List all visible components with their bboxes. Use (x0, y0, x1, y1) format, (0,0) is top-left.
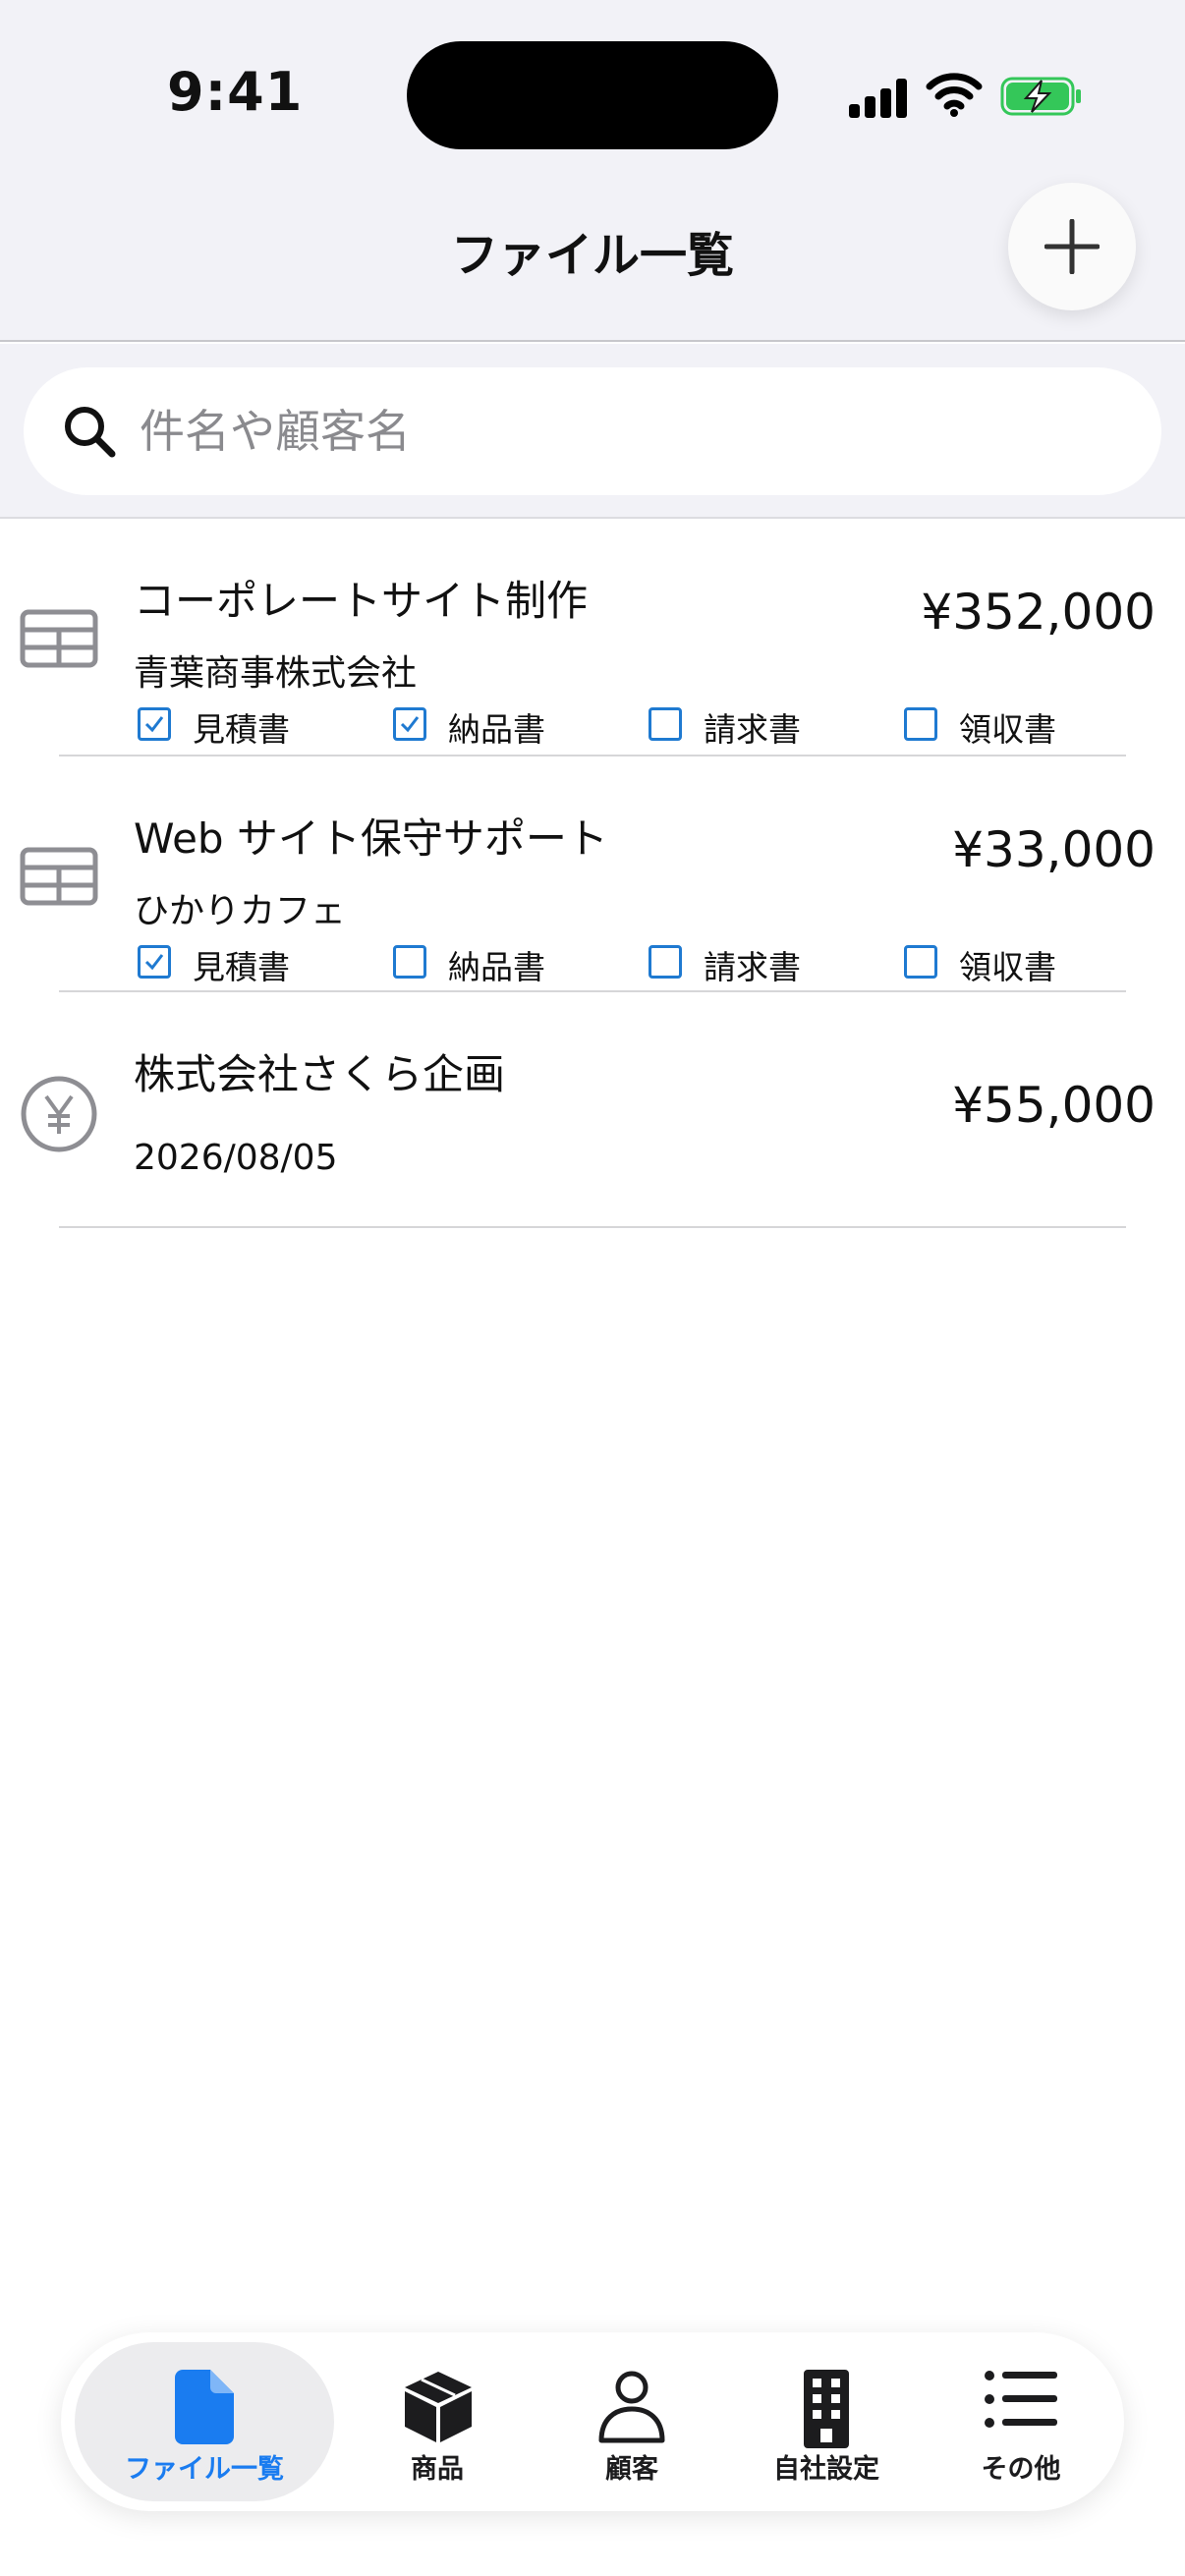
checkbox-unchecked-icon (904, 945, 937, 979)
checkbox-unchecked-icon (649, 707, 682, 741)
search-input[interactable] (140, 389, 1122, 474)
checkbox-label: 請求書 (704, 948, 801, 986)
checkbox-checked-icon (393, 707, 426, 741)
checkbox-label: 領収書 (959, 710, 1056, 749)
amount: ¥352,000 (921, 584, 1156, 641)
person-icon (598, 2371, 665, 2443)
checkbox-unchecked-icon (393, 945, 426, 979)
checkbox-label: 納品書 (448, 948, 545, 986)
checkbox-label: 領収書 (959, 948, 1056, 986)
tab-company-settings[interactable]: 自社設定 (735, 2342, 918, 2501)
add-file-button[interactable] (1008, 183, 1136, 310)
tab-label: 自社設定 (773, 2454, 879, 2485)
amount: ¥33,000 (952, 821, 1156, 878)
document-icon (175, 2370, 234, 2444)
page-title: ファイル一覧 (450, 228, 734, 283)
document-status-checks: 見積書 納品書 請求書 領収書 (138, 703, 1120, 749)
search-bar[interactable] (24, 367, 1161, 495)
plus-icon (1044, 219, 1100, 274)
tab-label: 顧客 (605, 2454, 658, 2485)
battery-charging-icon (1000, 77, 1081, 116)
file-title: コーポレートサイト制作 (134, 577, 589, 625)
customer-name: 青葉商事株式会社 (134, 653, 418, 694)
tab-bar: ファイル一覧 商品 顧客 自社設定 その他 (61, 2332, 1124, 2511)
file-row[interactable]: コーポレートサイト制作 青葉商事株式会社 ¥352,000 見積書 納品書 請求… (0, 521, 1185, 756)
tab-label: その他 (981, 2454, 1061, 2485)
checkbox-label: 見積書 (193, 710, 290, 749)
document-status-checks: 見積書 納品書 請求書 領収書 (138, 941, 1120, 986)
dynamic-island (407, 41, 778, 149)
file-row[interactable]: Web サイト保守サポート ひかりカフェ ¥33,000 見積書 納品書 請求書… (0, 756, 1185, 992)
building-icon (804, 2370, 849, 2448)
checkbox-label: 納品書 (448, 710, 545, 749)
status-time: 9:41 (167, 61, 304, 123)
tab-label: 商品 (411, 2454, 464, 2485)
checkbox-checked-icon (138, 707, 171, 741)
checkbox-unchecked-icon (904, 707, 937, 741)
file-list: コーポレートサイト制作 青葉商事株式会社 ¥352,000 見積書 納品書 請求… (0, 521, 1185, 1228)
tab-customers[interactable]: 顧客 (540, 2342, 723, 2501)
table-icon (20, 609, 98, 668)
row-divider (59, 1226, 1126, 1228)
cellular-signal-icon (849, 77, 908, 118)
amount: ¥55,000 (952, 1077, 1156, 1134)
search-icon (65, 407, 116, 458)
checkbox-label: 請求書 (704, 710, 801, 749)
file-title: 株式会社さくら企画 (134, 1050, 506, 1098)
checkbox-unchecked-icon (649, 945, 682, 979)
file-row[interactable]: 株式会社さくら企画 2026/08/05 ¥55,000 (0, 992, 1185, 1228)
file-title: Web サイト保守サポート (134, 814, 608, 863)
table-icon (20, 847, 98, 906)
tab-label: ファイル一覧 (125, 2454, 284, 2485)
header: 9:41 ファイル一覧 (0, 0, 1185, 342)
list-icon (985, 2371, 1057, 2428)
wifi-icon (926, 73, 983, 117)
tab-files[interactable]: ファイル一覧 (75, 2342, 334, 2501)
tab-more[interactable]: その他 (930, 2342, 1112, 2501)
box-icon (405, 2372, 472, 2442)
yen-circle-icon (21, 1076, 97, 1152)
tab-products[interactable]: 商品 (346, 2342, 529, 2501)
customer-name: ひかりカフェ (134, 891, 347, 931)
checkbox-checked-icon (138, 945, 171, 979)
checkbox-label: 見積書 (193, 948, 290, 986)
search-section (0, 344, 1185, 519)
file-date: 2026/08/05 (134, 1138, 338, 1178)
